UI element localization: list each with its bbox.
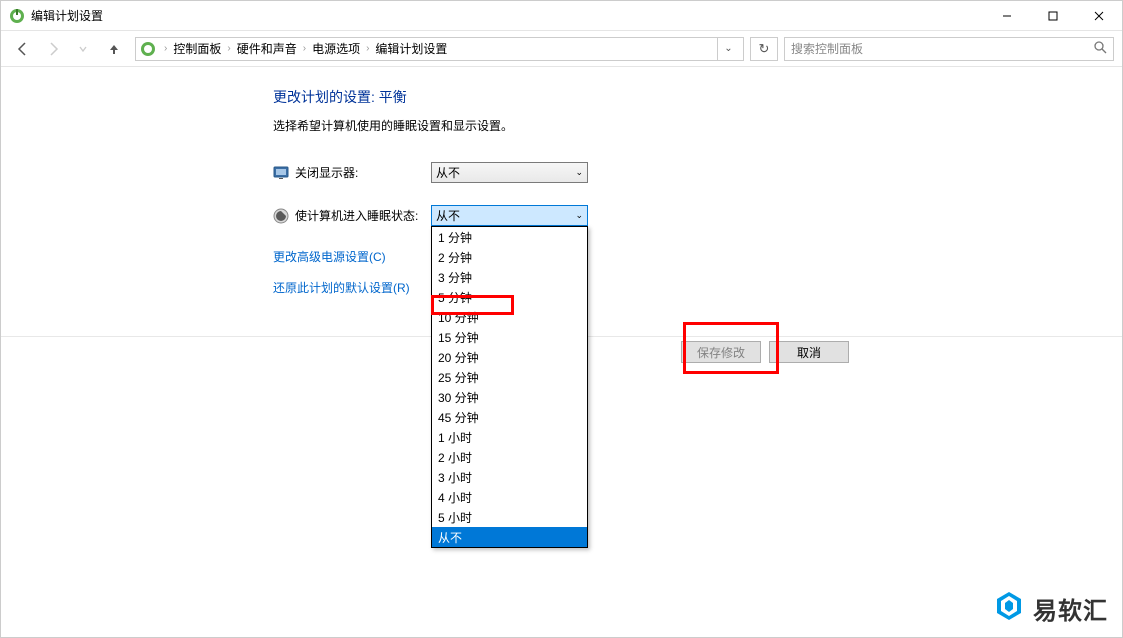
maximize-button[interactable] [1030, 1, 1076, 31]
breadcrumb-item[interactable]: 编辑计划设置 [373, 38, 449, 59]
dropdown-option[interactable]: 10 分钟 [432, 307, 587, 327]
chevron-down-icon: ⌄ [575, 167, 583, 178]
buttons-area: 保存修改 取消 [681, 341, 849, 363]
dropdown-option[interactable]: 20 分钟 [432, 347, 587, 367]
chevron-right-icon: › [160, 43, 171, 54]
sleep-value: 从不 [436, 207, 460, 224]
forward-button[interactable] [39, 36, 67, 62]
dropdown-option[interactable]: 5 分钟 [432, 287, 587, 307]
window-title: 编辑计划设置 [31, 7, 984, 24]
search-placeholder: 搜索控制面板 [791, 40, 863, 57]
page-subtitle: 选择希望计算机使用的睡眠设置和显示设置。 [273, 117, 1122, 134]
sleep-row: 使计算机进入睡眠状态: 从不 ⌄ [273, 205, 1122, 226]
minimize-button[interactable] [984, 1, 1030, 31]
address-dropdown-icon[interactable]: ⌄ [717, 38, 739, 60]
display-off-row: 关闭显示器: 从不 ⌄ [273, 162, 1122, 183]
dropdown-option[interactable]: 5 小时 [432, 507, 587, 527]
chevron-right-icon: › [299, 43, 310, 54]
sleep-label: 使计算机进入睡眠状态: [295, 207, 431, 224]
address-bar[interactable]: › 控制面板 › 硬件和声音 › 电源选项 › 编辑计划设置 ⌄ [135, 37, 744, 61]
dropdown-option[interactable]: 2 分钟 [432, 247, 587, 267]
dropdown-option[interactable]: 30 分钟 [432, 387, 587, 407]
dropdown-option[interactable]: 1 小时 [432, 427, 587, 447]
app-icon [9, 8, 25, 24]
watermark: 易软汇 [993, 590, 1108, 627]
close-button[interactable] [1076, 1, 1122, 31]
dropdown-option[interactable]: 3 小时 [432, 467, 587, 487]
sleep-icon [273, 208, 289, 224]
dropdown-option[interactable]: 2 小时 [432, 447, 587, 467]
cancel-button[interactable]: 取消 [769, 341, 849, 363]
dropdown-option[interactable]: 45 分钟 [432, 407, 587, 427]
dropdown-option[interactable]: 1 分钟 [432, 227, 587, 247]
breadcrumb-item[interactable]: 硬件和声音 [235, 38, 299, 59]
dropdown-option[interactable]: 15 分钟 [432, 327, 587, 347]
refresh-button[interactable]: ↻ [750, 37, 778, 61]
dropdown-option[interactable]: 4 小时 [432, 487, 587, 507]
dropdown-option[interactable]: 从不 [432, 527, 587, 547]
chevron-right-icon: › [362, 43, 373, 54]
display-off-value: 从不 [436, 164, 460, 181]
advanced-settings-link[interactable]: 更改高级电源设置(C) [273, 248, 1122, 265]
search-input[interactable]: 搜索控制面板 [784, 37, 1114, 61]
recent-dropdown[interactable] [69, 36, 97, 62]
page-title: 更改计划的设置: 平衡 [273, 87, 1122, 107]
up-button[interactable] [103, 38, 125, 60]
sleep-dropdown[interactable]: 从不 ⌄ [431, 205, 588, 226]
display-off-label: 关闭显示器: [295, 164, 431, 181]
window-controls [984, 1, 1122, 31]
search-icon [1094, 41, 1107, 57]
monitor-icon [273, 165, 289, 181]
chevron-down-icon: ⌄ [575, 210, 583, 221]
breadcrumb-item[interactable]: 电源选项 [310, 38, 362, 59]
save-button[interactable]: 保存修改 [681, 341, 761, 363]
breadcrumb-item[interactable]: 控制面板 [171, 38, 223, 59]
watermark-text: 易软汇 [1033, 591, 1108, 626]
dropdown-option[interactable]: 3 分钟 [432, 267, 587, 287]
display-off-dropdown[interactable]: 从不 ⌄ [431, 162, 588, 183]
restore-defaults-link[interactable]: 还原此计划的默认设置(R) [273, 279, 1122, 296]
dropdown-option[interactable]: 25 分钟 [432, 367, 587, 387]
navbar: › 控制面板 › 硬件和声音 › 电源选项 › 编辑计划设置 ⌄ ↻ 搜索控制面… [1, 31, 1122, 67]
back-button[interactable] [9, 36, 37, 62]
sleep-dropdown-list[interactable]: 1 分钟2 分钟3 分钟5 分钟10 分钟15 分钟20 分钟25 分钟30 分… [431, 226, 588, 548]
chevron-right-icon: › [223, 43, 234, 54]
breadcrumb-icon [140, 41, 156, 57]
titlebar: 编辑计划设置 [1, 1, 1122, 31]
watermark-icon [993, 590, 1025, 627]
